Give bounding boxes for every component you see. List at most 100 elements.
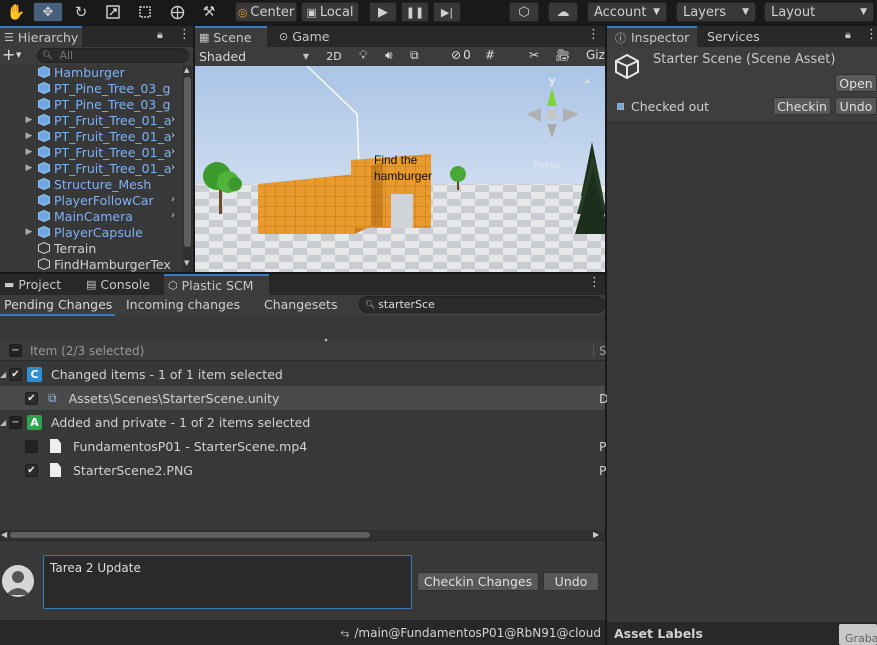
hierarchy-item[interactable]: PT_Pine_Tree_03_g [0,80,170,96]
group-added-checkbox[interactable]: − [9,415,22,429]
pause-button[interactable]: ❚❚ [401,2,429,22]
status-column-header[interactable]: S [599,344,607,358]
hscroll-thumb[interactable] [10,532,370,538]
group-added-private[interactable]: ◢ − A Added and private - 1 of 2 items s… [0,410,605,434]
pivot-center-button[interactable]: ◎ Center [235,2,297,22]
lock-icon[interactable]: 🔒︎ [845,28,851,42]
branch-path[interactable]: /main@FundamentosP01@RbN91@cloud [354,626,601,640]
scroll-left-icon[interactable]: ◀ [1,530,7,539]
shading-mode-dropdown[interactable]: Shaded ▼ [199,48,313,65]
collab-icon[interactable]: ⬡ [509,2,539,22]
select-all-checkbox[interactable]: − [9,344,22,357]
account-dropdown[interactable]: Account ▼ [587,2,667,22]
lock-icon[interactable]: 🔒︎ [157,28,163,42]
kebab-menu-icon[interactable]: ⋮ [178,27,191,42]
file-row-png[interactable]: ✔ StarterScene2.PNG P [0,458,607,482]
undo-changes-button[interactable]: Undo [543,572,599,591]
tab-changesets[interactable]: Changesets [264,297,337,312]
tab-game[interactable]: ⊙ Game [275,26,345,47]
move-tool-icon[interactable]: ✥ [33,2,63,22]
tab-console[interactable]: ▤ Console [82,274,162,295]
open-button[interactable]: Open [835,74,877,92]
expand-arrow-icon[interactable]: ◢ [0,370,8,379]
expand-arrow-icon[interactable]: ▶ [24,115,34,125]
play-button[interactable]: ▶ [369,2,397,22]
hierarchy-item[interactable]: ▶ PT_Fruit_Tree_01_a [0,112,172,128]
audio-icon[interactable]: 🔊︎ [385,48,393,63]
scroll-up-icon[interactable]: ▲ [184,66,189,74]
tools-icon[interactable]: ✂ [529,48,539,62]
file-checkbox[interactable] [25,439,38,453]
chevron-right-icon[interactable]: › [171,162,175,173]
layout-dropdown[interactable]: Layout ▼ [764,2,874,22]
kebab-menu-icon[interactable]: ⋮ [587,27,600,42]
pivot-local-button[interactable]: ▣ Local [301,2,359,22]
tab-services[interactable]: Services [703,26,773,47]
effects-icon[interactable]: ⧉ [410,48,419,63]
kebab-menu-icon[interactable]: ⋮ [865,27,877,42]
inspector-undo-button[interactable]: Undo [835,97,877,115]
scroll-right-icon[interactable]: ▶ [593,530,599,539]
expand-arrow-icon[interactable]: ▶ [24,147,34,157]
persp-label[interactable]: Persp [533,160,561,171]
checkin-comment-input[interactable]: Tarea 2 Update [43,555,412,609]
gizmo-lock-icon[interactable]: 🔒︎ [585,76,590,86]
file-checkbox[interactable]: ✔ [25,463,38,477]
rotate-tool-icon[interactable]: ↻ [68,2,94,22]
transform-tool-icon[interactable] [164,2,190,22]
kebab-menu-icon[interactable]: ⋮ [588,275,601,290]
graba-button[interactable]: Graba [839,624,877,645]
asset-labels-bar[interactable]: Asset Labels [607,622,877,645]
chevron-right-icon[interactable]: › [171,130,175,141]
add-icon[interactable]: + [2,45,15,64]
chevron-right-icon[interactable]: › [171,146,175,157]
custom-tool-icon[interactable]: ⚒ [196,2,222,22]
add-dropdown-icon[interactable]: ▼ [16,51,21,59]
camera-icon[interactable]: 🎥︎ [555,48,570,62]
hierarchy-item[interactable]: PT_Pine_Tree_03_g [0,96,170,112]
hierarchy-item[interactable]: Structure_Mesh [0,176,151,192]
hierarchy-item[interactable]: FindHamburgerTex [0,256,171,272]
file-row-mp4[interactable]: FundamentosP01 - StarterScene.mp4 P [0,434,607,458]
tab-hierarchy[interactable]: ☰ Hierarchy [0,26,82,47]
tab-incoming-changes[interactable]: Incoming changes [126,297,240,312]
hand-tool-icon[interactable]: ✋ [4,2,28,22]
scene-viewport[interactable]: Find the hamburger y 🔒︎ Persp [195,66,605,272]
chevron-right-icon[interactable]: › [171,194,175,205]
group-changed-checkbox[interactable]: ✔ [9,367,22,381]
cloud-icon[interactable]: ☁ [548,2,578,22]
hierarchy-item[interactable]: Terrain [0,240,96,256]
hierarchy-item[interactable]: ▶ PT_Fruit_Tree_01_a [0,144,172,160]
hierarchy-search-input[interactable]: 🔍︎ All [37,48,189,63]
chevron-right-icon[interactable]: › [171,114,175,125]
tab-inspector[interactable]: ⓘ Inspector [607,26,697,47]
expand-arrow-icon[interactable]: ◢ [0,418,8,427]
hierarchy-item[interactable]: ▶ PT_Fruit_Tree_01_a [0,160,172,176]
hierarchy-scrollbar[interactable]: ▲ ▼ [183,65,192,272]
checkin-changes-button[interactable]: Checkin Changes [417,572,539,591]
expand-arrow-icon[interactable]: ▶ [24,131,34,141]
expand-arrow-icon[interactable]: ▶ [24,227,34,237]
hierarchy-item[interactable]: MainCamera [0,208,133,224]
scroll-down-icon[interactable]: ▼ [184,259,189,267]
gizmos-dropdown[interactable]: Giz [586,48,605,62]
scm-search-input[interactable]: 🔍︎ starterSce [359,296,605,313]
grid-icon[interactable]: # [485,48,495,62]
layers-dropdown[interactable]: Layers ▼ [676,2,756,22]
hierarchy-item[interactable]: PlayerFollowCar [0,192,154,208]
hierarchy-item[interactable]: ▶ PlayerCapsule [0,224,143,240]
group-changed-items[interactable]: ◢ ✔ C Changed items - 1 of 1 item select… [0,362,605,386]
expand-arrow-icon[interactable]: ▶ [24,163,34,173]
file-checkbox[interactable]: ✔ [25,391,38,405]
horizontal-scrollbar[interactable]: ◀ ▶ [0,530,605,540]
chevron-right-icon[interactable]: › [171,210,175,221]
lighting-icon[interactable]: 💡︎ [359,48,367,63]
rect-tool-icon[interactable] [132,2,158,22]
hierarchy-item[interactable]: ▶ PT_Fruit_Tree_01_a [0,128,172,144]
file-row-starterscene-unity[interactable]: ✔ ⧉ Assets\Scenes\StarterScene.unity D [0,386,609,410]
item-column-header[interactable]: Item (2/3 selected) [30,344,144,358]
tab-pending-changes[interactable]: Pending Changes [0,295,115,316]
step-button[interactable]: ▶| [433,2,461,22]
tab-scene[interactable]: ▦ Scene [195,26,267,47]
scale-tool-icon[interactable] [100,2,126,22]
